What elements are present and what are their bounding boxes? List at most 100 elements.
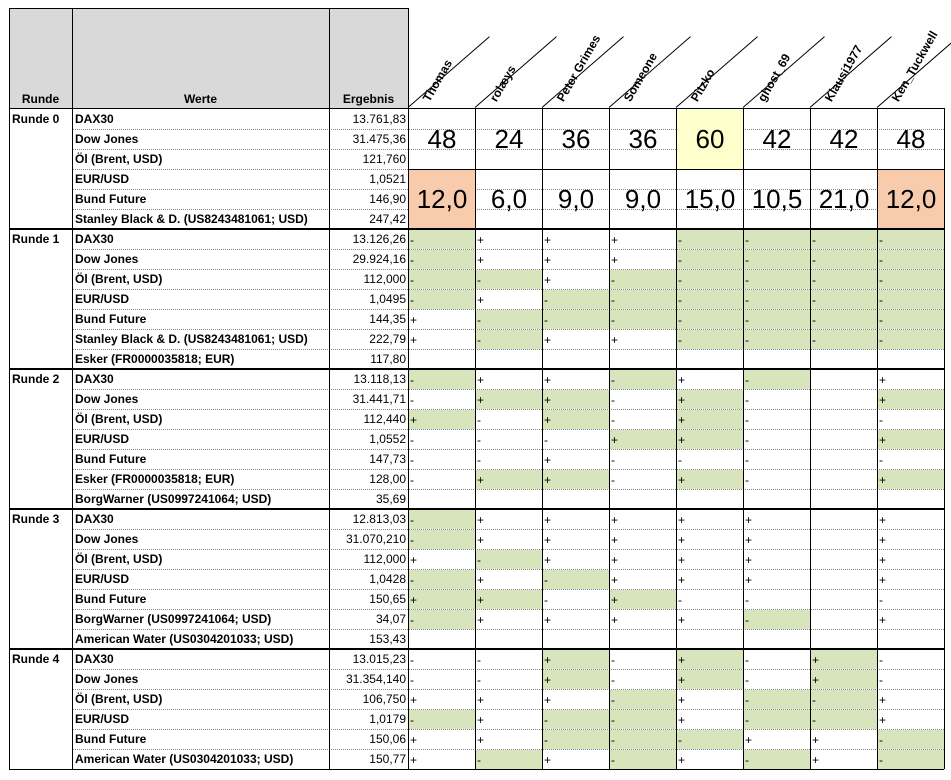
werte-cell: Bund Future bbox=[75, 192, 147, 206]
grid-line bbox=[676, 108, 677, 769]
prediction-cell bbox=[543, 630, 609, 649]
prediction-cell: + bbox=[678, 573, 686, 587]
prediction-cell: + bbox=[677, 670, 743, 689]
prediction-cell: + bbox=[878, 470, 944, 489]
score-cell: 42 bbox=[762, 124, 792, 154]
ergebnis-cell: 128,00 bbox=[369, 472, 406, 486]
prediction-cell: - bbox=[745, 673, 749, 687]
prediction-cell: - bbox=[610, 750, 676, 769]
prediction-cell: - bbox=[409, 570, 475, 589]
prediction-cell bbox=[811, 530, 877, 549]
grid-line bbox=[9, 228, 944, 229]
werte-cell: DAX30 bbox=[75, 112, 114, 126]
prediction-cell bbox=[811, 610, 877, 629]
prediction-cell: + bbox=[677, 470, 743, 489]
prediction-cell: + bbox=[879, 713, 887, 727]
grid-line bbox=[72, 609, 944, 610]
prediction-cell: + bbox=[611, 553, 619, 567]
prediction-cell: - bbox=[878, 270, 944, 289]
werte-cell: Öl (Brent, USD) bbox=[75, 692, 163, 706]
prediction-cell: + bbox=[611, 513, 619, 527]
prediction-cell: - bbox=[409, 530, 475, 549]
grid-line bbox=[408, 8, 409, 769]
prediction-cell: - bbox=[811, 310, 877, 329]
prediction-cell: - bbox=[543, 710, 609, 729]
ergebnis-cell: 247,42 bbox=[369, 212, 406, 226]
prediction-cell: - bbox=[878, 730, 944, 749]
prediction-cell bbox=[811, 490, 877, 509]
werte-cell: Dow Jones bbox=[75, 392, 139, 406]
werte-cell: BorgWarner (US0997241064; USD) bbox=[75, 612, 272, 626]
header-werte: Werte bbox=[72, 8, 329, 108]
werte-cell: EUR/USD bbox=[75, 712, 130, 726]
prediction-cell: + bbox=[544, 253, 552, 267]
prediction-cell: - bbox=[611, 473, 615, 487]
prediction-cell: - bbox=[409, 270, 475, 289]
prediction-cell: - bbox=[677, 230, 743, 249]
ergebnis-cell: 1,0521 bbox=[369, 172, 406, 186]
average-cell: 9,0 bbox=[557, 184, 595, 214]
prediction-cell: + bbox=[677, 650, 743, 669]
prediction-cell: + bbox=[543, 410, 609, 429]
ergebnis-cell: 150,65 bbox=[369, 592, 406, 606]
prediction-cell: - bbox=[745, 393, 749, 407]
prediction-cell: + bbox=[544, 533, 552, 547]
prediction-cell: - bbox=[677, 730, 743, 749]
prediction-cell: - bbox=[477, 413, 481, 427]
prediction-cell: - bbox=[811, 690, 877, 709]
prediction-cell: - bbox=[409, 290, 475, 309]
prediction-cell: + bbox=[543, 650, 609, 669]
werte-cell: BorgWarner (US0997241064; USD) bbox=[75, 492, 272, 506]
prediction-cell bbox=[409, 490, 475, 509]
average-cell: 21,0 bbox=[818, 184, 870, 214]
ergebnis-cell: 112,000 bbox=[363, 552, 407, 566]
prediction-cell: + bbox=[812, 733, 820, 747]
ergebnis-cell: 13.015,23 bbox=[352, 652, 406, 666]
prediction-cell: - bbox=[543, 730, 609, 749]
average-cell: 15,0 bbox=[684, 184, 736, 214]
prediction-cell bbox=[677, 490, 743, 509]
prediction-cell: + bbox=[611, 613, 619, 627]
round-label: Runde 1 bbox=[12, 232, 60, 246]
prediction-cell bbox=[476, 490, 542, 509]
prediction-cell: - bbox=[611, 673, 615, 687]
prediction-cell: + bbox=[879, 553, 887, 567]
round-label: Runde 0 bbox=[12, 112, 60, 126]
prediction-cell: - bbox=[744, 290, 810, 309]
prediction-cell: - bbox=[744, 330, 810, 349]
ergebnis-cell: 31.070,210 bbox=[345, 532, 406, 546]
grid-line bbox=[72, 549, 944, 550]
werte-cell: Stanley Black & D. (US8243481061; USD) bbox=[75, 212, 308, 226]
grid-line bbox=[9, 769, 944, 770]
prediction-cell bbox=[677, 350, 743, 369]
round-label: Runde 2 bbox=[12, 372, 60, 386]
prediction-cell: - bbox=[744, 310, 810, 329]
grid-line bbox=[72, 249, 944, 250]
grid-line bbox=[72, 449, 944, 450]
prediction-cell: - bbox=[409, 610, 475, 629]
prediction-cell: + bbox=[544, 513, 552, 527]
grid-line bbox=[9, 8, 408, 9]
prediction-cell: + bbox=[678, 613, 686, 627]
prediction-cell: + bbox=[611, 333, 619, 347]
prediction-cell bbox=[811, 430, 877, 449]
werte-cell: Öl (Brent, USD) bbox=[75, 152, 163, 166]
ergebnis-cell: 117,80 bbox=[370, 352, 406, 366]
prediction-cell: - bbox=[745, 433, 749, 447]
prediction-cell: + bbox=[544, 753, 552, 767]
score-cell: 24 bbox=[494, 124, 524, 154]
ergebnis-cell: 112,000 bbox=[363, 272, 407, 286]
werte-cell: Esker (FR0000035818; EUR) bbox=[75, 472, 235, 486]
prediction-cell: - bbox=[544, 593, 548, 607]
prediction-cell: - bbox=[610, 710, 676, 729]
werte-cell: Dow Jones bbox=[75, 252, 139, 266]
prediction-cell bbox=[811, 370, 877, 389]
prediction-cell: - bbox=[610, 310, 676, 329]
player-name: Klausi1977 bbox=[821, 42, 866, 104]
prediction-cell: - bbox=[677, 250, 743, 269]
werte-cell: Bund Future bbox=[75, 732, 147, 746]
average-cell: 6,0 bbox=[490, 184, 528, 214]
prediction-cell: - bbox=[477, 433, 481, 447]
prediction-cell: + bbox=[409, 410, 475, 429]
prediction-cell: + bbox=[611, 573, 619, 587]
